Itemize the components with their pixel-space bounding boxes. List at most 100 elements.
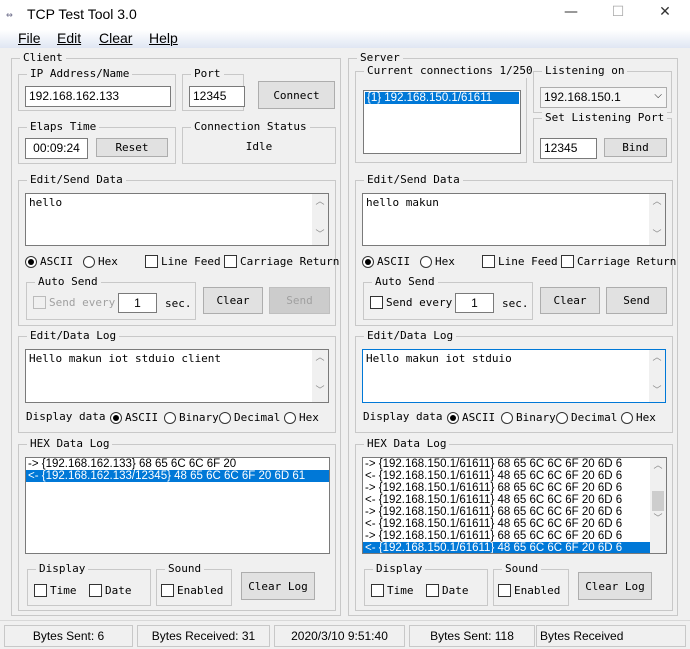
client-panel: Client IP Address/Name 192.168.162.133 P…: [11, 51, 341, 616]
clear-log-button[interactable]: Clear Log: [578, 572, 652, 600]
line-feed-checkbox[interactable]: Line Feed: [145, 255, 221, 268]
menu-help[interactable]: Help: [149, 30, 178, 46]
radio-label: ASCII: [125, 411, 159, 424]
select-value: 192.168.150.1: [544, 90, 621, 104]
hex-log-row[interactable]: -> {192.168.150.1/61611} 68 65 6C 6C 6F …: [363, 482, 666, 494]
radio-label: ASCII: [40, 255, 74, 268]
send-every-checkbox[interactable]: Send every: [33, 296, 115, 309]
minimize-button[interactable]: —: [556, 4, 586, 24]
data-log-group: Edit/Data Log Hello makun iot stduio cli…: [18, 329, 336, 433]
display-ascii-radio[interactable]: ASCII: [447, 411, 495, 424]
send-button[interactable]: Send: [269, 287, 330, 314]
port-input[interactable]: 12345: [189, 86, 245, 107]
group-label: Connection Status: [191, 120, 310, 134]
hex-log-row[interactable]: -> {192.168.150.1/61611} 68 65 6C 6C 6F …: [363, 458, 666, 470]
maximize-button[interactable]: ☐: [603, 4, 633, 24]
group-label: Auto Send: [35, 275, 101, 289]
display-decimal-radio[interactable]: Decimal: [219, 411, 280, 424]
sound-enabled-checkbox[interactable]: Enabled: [498, 584, 560, 597]
radio-icon: [83, 255, 95, 268]
group-label: Edit/Data Log: [364, 329, 457, 343]
checkbox-label: Line Feed: [498, 255, 558, 268]
display-hex-radio[interactable]: Hex: [621, 411, 656, 424]
clear-log-button[interactable]: Clear Log: [241, 572, 315, 600]
checkbox-label: Carriage Return: [577, 255, 677, 268]
close-button[interactable]: ✕: [650, 4, 680, 24]
send-button[interactable]: Send: [606, 287, 667, 314]
connections-list[interactable]: {1} 192.168.150.1/61611: [363, 90, 521, 154]
time-checkbox[interactable]: Time: [371, 584, 414, 597]
chevron-down-icon: ⌵: [654, 90, 662, 101]
scrollbar[interactable]: ︿ ﹀: [312, 194, 328, 245]
listening-port-input[interactable]: 12345: [540, 138, 597, 159]
hex-log-group: HEX Data Log -> {192.168.150.1/61611} 68…: [355, 437, 673, 611]
reset-button[interactable]: Reset: [96, 138, 168, 157]
send-textarea[interactable]: hello ︿ ﹀: [25, 193, 329, 246]
connection-item[interactable]: {1} 192.168.150.1/61611: [365, 92, 519, 104]
hex-log-row[interactable]: <- {192.168.150.1/61611} 48 65 6C 6C 6F …: [363, 542, 666, 553]
server-bytes-sent: Bytes Sent: 118: [409, 625, 535, 647]
menu-clear[interactable]: Clear: [99, 30, 132, 46]
ip-address-input[interactable]: 192.168.162.133: [25, 86, 171, 107]
hex-log-row[interactable]: -> {192.168.150.1/61611} 68 65 6C 6C 6F …: [363, 530, 666, 542]
hex-log-row[interactable]: <- {192.168.150.1/61611} 48 65 6C 6C 6F …: [363, 494, 666, 506]
radio-label: Hex: [299, 411, 319, 424]
group-label: Edit/Send Data: [27, 173, 126, 187]
scrollbar[interactable]: ︿ ﹀: [649, 194, 665, 245]
group-label: Current connections 1/250: [364, 64, 536, 78]
bind-button[interactable]: Bind: [604, 138, 667, 157]
menu-file[interactable]: File: [18, 30, 41, 46]
group-label: Edit/Send Data: [364, 173, 463, 187]
date-checkbox[interactable]: Date: [89, 584, 132, 597]
hex-log-row[interactable]: <- {192.168.150.1/61611} 48 65 6C 6C 6F …: [363, 470, 666, 482]
radio-label: Hex: [636, 411, 656, 424]
listening-port-group: Set Listening Port 12345 Bind: [533, 111, 672, 163]
hex-radio[interactable]: Hex: [83, 255, 118, 268]
hex-log-row[interactable]: -> {192.168.162.133} 68 65 6C 6C 6F 20: [26, 458, 329, 470]
checkbox-icon: [161, 584, 174, 597]
group-label: Sound: [502, 562, 542, 576]
menu-edit[interactable]: Edit: [57, 30, 81, 46]
send-every-checkbox[interactable]: Send every: [370, 296, 452, 309]
checkbox-icon: [34, 584, 47, 597]
connect-button[interactable]: Connect: [258, 81, 335, 109]
ascii-radio[interactable]: ASCII: [25, 255, 73, 268]
scrollbar[interactable]: ︿ ﹀: [649, 350, 665, 402]
carriage-return-checkbox[interactable]: Carriage Return: [561, 255, 676, 268]
ascii-radio[interactable]: ASCII: [362, 255, 410, 268]
data-log-textarea[interactable]: Hello makun iot stduio client ︿ ﹀: [25, 349, 329, 403]
sec-label: sec.: [165, 297, 192, 310]
hex-log-row[interactable]: <- {192.168.162.133/12345} 48 65 6C 6C 6…: [26, 470, 329, 482]
carriage-return-checkbox[interactable]: Carriage Return: [224, 255, 339, 268]
radio-icon: [621, 411, 633, 424]
radio-label: Decimal: [571, 411, 618, 424]
checkbox-icon: [498, 584, 511, 597]
line-feed-checkbox[interactable]: Line Feed: [482, 255, 558, 268]
display-ascii-radio[interactable]: ASCII: [110, 411, 158, 424]
sound-enabled-checkbox[interactable]: Enabled: [161, 584, 223, 597]
display-hex-radio[interactable]: Hex: [284, 411, 319, 424]
scrollbar[interactable]: ︿ ﹀: [650, 458, 666, 553]
data-log-textarea[interactable]: Hello makun iot stduio ︿ ﹀: [362, 349, 666, 403]
clear-button[interactable]: Clear: [540, 287, 600, 314]
group-label: Sound: [165, 562, 205, 576]
display-binary-radio[interactable]: Binary: [501, 411, 556, 424]
display-binary-radio[interactable]: Binary: [164, 411, 219, 424]
send-textarea[interactable]: hello makun ︿ ﹀: [362, 193, 666, 246]
date-checkbox[interactable]: Date: [426, 584, 469, 597]
clear-button[interactable]: Clear: [203, 287, 263, 314]
scrollbar[interactable]: ︿ ﹀: [312, 350, 328, 402]
hex-log-list[interactable]: -> {192.168.150.1/61611} 68 65 6C 6C 6F …: [362, 457, 667, 554]
interval-input[interactable]: 1: [118, 293, 157, 313]
interval-input[interactable]: 1: [455, 293, 494, 313]
hex-log-row[interactable]: <- {192.168.150.1/61611} 48 65 6C 6C 6F …: [363, 518, 666, 530]
hex-log-row[interactable]: -> {192.168.150.1/61611} 68 65 6C 6C 6F …: [363, 506, 666, 518]
hex-radio[interactable]: Hex: [420, 255, 455, 268]
hex-log-list[interactable]: -> {192.168.162.133} 68 65 6C 6C 6F 20 <-…: [25, 457, 330, 554]
status-datetime: 2020/3/10 9:51:40: [274, 625, 405, 647]
time-checkbox[interactable]: Time: [34, 584, 77, 597]
group-label: HEX Data Log: [364, 437, 450, 451]
listening-on-select[interactable]: 192.168.150.1 ⌵: [540, 87, 667, 108]
checkbox-icon: [370, 296, 383, 309]
display-decimal-radio[interactable]: Decimal: [556, 411, 617, 424]
